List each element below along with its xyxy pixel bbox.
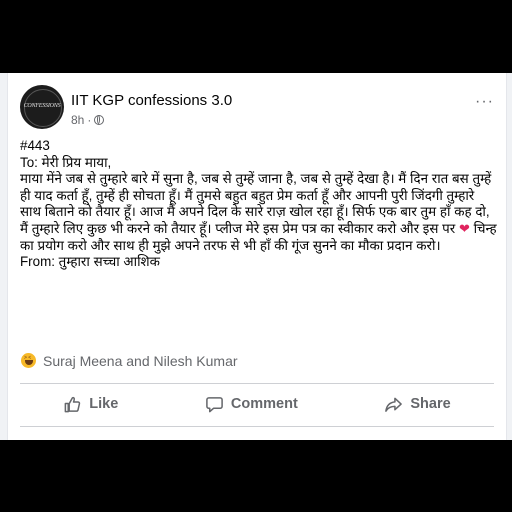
comment-bubble-icon xyxy=(206,396,223,412)
avatar-wordmark: CONFESSIONS xyxy=(23,103,61,109)
divider xyxy=(20,426,494,427)
share-button[interactable]: Share xyxy=(384,395,451,414)
more-options-icon[interactable]: ··· xyxy=(475,94,494,110)
haha-mouth xyxy=(25,360,33,365)
like-button[interactable]: Like xyxy=(63,395,118,414)
post-meta: 8h · xyxy=(71,113,105,127)
divider xyxy=(20,383,494,384)
comment-button[interactable]: Comment xyxy=(205,395,298,414)
post-signoff: From: तुम्हारा सच्चा आशिक xyxy=(20,254,160,270)
page-name-link[interactable]: IIT KGP confessions 3.0 xyxy=(71,92,232,109)
globe-icon[interactable] xyxy=(94,115,105,125)
meta-separator: · xyxy=(87,113,92,127)
share-label: Share xyxy=(410,396,451,412)
reactions-row[interactable]: > < Suraj Meena and Nilesh Kumar xyxy=(20,352,238,369)
heart-emoji-icon: ❤ xyxy=(458,220,470,236)
like-label: Like xyxy=(89,396,119,412)
post-timestamp[interactable]: 8h xyxy=(71,113,84,127)
comment-label: Comment xyxy=(230,396,298,412)
post-paragraph: माया मेंने जब से तुम्हारे बारे में सुना … xyxy=(20,171,498,254)
share-arrow-icon xyxy=(385,397,403,412)
haha-reaction-icon: > < xyxy=(20,352,37,369)
post-body: #443 To: मेरी प्रिय माया, माया मेंने जब … xyxy=(20,138,498,271)
feed-background: CONFESSIONS IIT KGP confessions 3.0 8h ·… xyxy=(0,73,512,440)
post-actions: Like Comment Share xyxy=(20,387,494,421)
page-avatar[interactable]: CONFESSIONS xyxy=(20,85,64,129)
paragraph-text-part1: माया मेंने जब से तुम्हारे बारे में सुना … xyxy=(20,171,492,236)
post-card: CONFESSIONS IIT KGP confessions 3.0 8h ·… xyxy=(7,73,507,440)
post-number: #443 xyxy=(20,138,50,153)
post-salutation: To: मेरी प्रिय माया, xyxy=(20,154,112,170)
thumbs-up-icon xyxy=(64,396,81,412)
reaction-names[interactable]: Suraj Meena and Nilesh Kumar xyxy=(43,353,238,369)
